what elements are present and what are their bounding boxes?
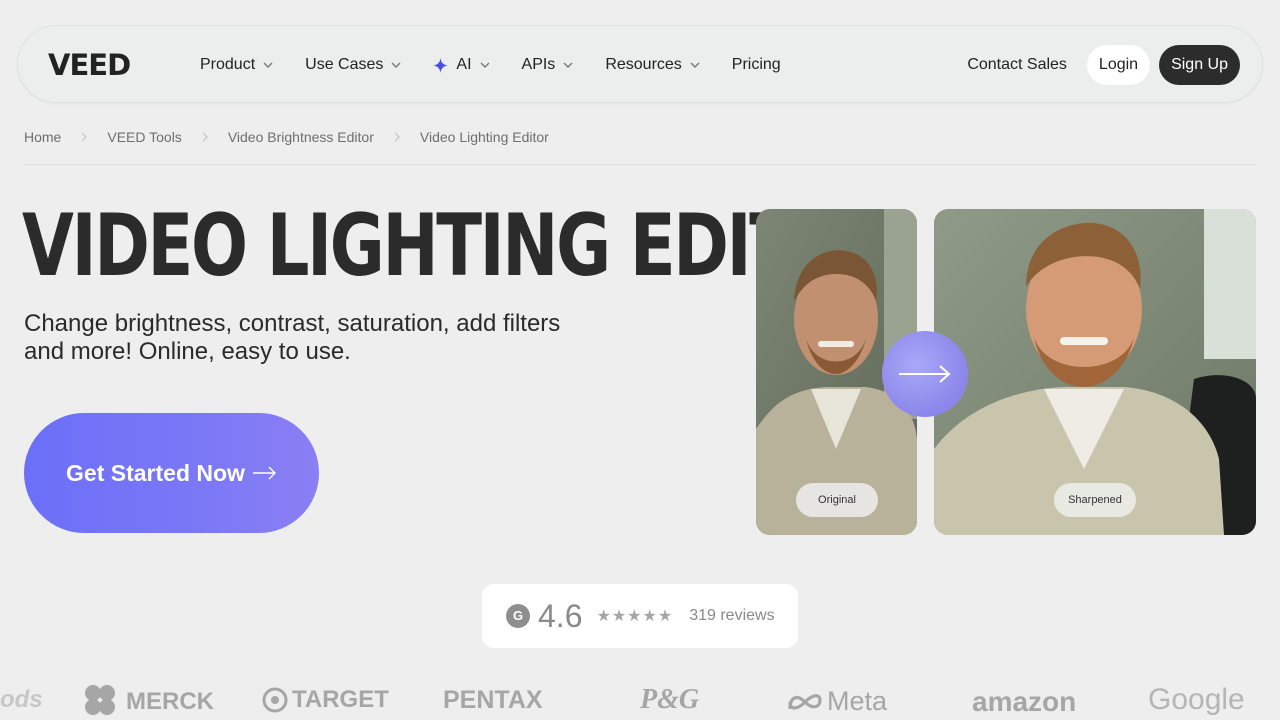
brand-logo: amazon: [972, 686, 1077, 717]
contact-sales-link[interactable]: Contact Sales: [967, 56, 1067, 74]
nav-item-apis[interactable]: APIs: [522, 56, 574, 74]
chevron-down-icon: [563, 62, 573, 68]
original-label: Original: [796, 483, 878, 517]
rating-score: 4.6: [538, 597, 583, 634]
nav-actions: Contact Sales Login Sign Up: [967, 26, 1240, 104]
arrow-right-icon: [899, 365, 951, 383]
breadcrumb-home[interactable]: Home: [24, 126, 61, 148]
target-logo-icon: [262, 687, 288, 713]
compare-arrow: [882, 331, 968, 417]
breadcrumb: Home VEED Tools Video Brightness Editor …: [24, 126, 1256, 165]
sharpened-label: Sharpened: [1054, 483, 1136, 517]
breadcrumb-video-brightness-editor[interactable]: Video Brightness Editor: [228, 126, 374, 148]
nav-item-ai[interactable]: AI: [433, 56, 490, 74]
nav-item-pricing[interactable]: Pricing: [732, 56, 781, 74]
nav-item-use-cases[interactable]: Use Cases: [305, 56, 401, 74]
top-navigation: VEED Product Use Cases AI APIs Resources…: [17, 25, 1263, 103]
chevron-down-icon: [391, 62, 401, 68]
chevron-down-icon: [690, 62, 700, 68]
brand-logo: Meta: [787, 686, 887, 717]
chevron-down-icon: [263, 62, 273, 68]
page-title: VIDEO LIGHTING EDITOR: [22, 196, 899, 296]
chevron-down-icon: [480, 62, 490, 68]
customer-logos: ods MERCK TARGET PENTAX P&G Meta amazon …: [0, 680, 1280, 720]
get-started-button[interactable]: Get Started Now: [24, 413, 319, 533]
merck-logo-icon: [85, 685, 115, 715]
veed-logo[interactable]: VEED: [48, 50, 131, 80]
login-button[interactable]: Login: [1086, 45, 1151, 85]
chevron-right-icon: [81, 132, 88, 142]
brand-logo: MERCK: [82, 685, 214, 718]
signup-button[interactable]: Sign Up: [1159, 45, 1240, 85]
brand-logo: ods: [0, 686, 43, 713]
arrow-right-icon: [252, 466, 276, 480]
nav-menu: Product Use Cases AI APIs Resources Pric…: [200, 26, 813, 104]
g2-logo-icon: G: [506, 604, 530, 628]
rating-card[interactable]: G 4.6 ★★★★★ 319 reviews: [482, 584, 798, 648]
brand-logo: Google: [1148, 683, 1245, 716]
sharpened-image: Sharpened: [934, 209, 1256, 535]
page-subtitle: Change brightness, contrast, saturation,…: [24, 310, 561, 365]
meta-logo-icon: [788, 693, 822, 710]
review-count: 319 reviews: [689, 607, 775, 624]
breadcrumb-video-lighting-editor: Video Lighting Editor: [419, 129, 549, 145]
chevron-right-icon: [202, 132, 208, 142]
sparkle-icon: [433, 57, 449, 73]
nav-item-resources[interactable]: Resources: [605, 56, 700, 74]
chevron-right-icon: [394, 132, 400, 142]
brand-logo: P&G: [640, 684, 700, 715]
brand-logo: TARGET: [262, 686, 389, 714]
brand-logo: PENTAX: [443, 686, 543, 714]
rating-stars: ★★★★★: [596, 608, 674, 625]
breadcrumb-veed-tools[interactable]: VEED Tools: [107, 126, 181, 148]
nav-item-product[interactable]: Product: [200, 56, 273, 74]
